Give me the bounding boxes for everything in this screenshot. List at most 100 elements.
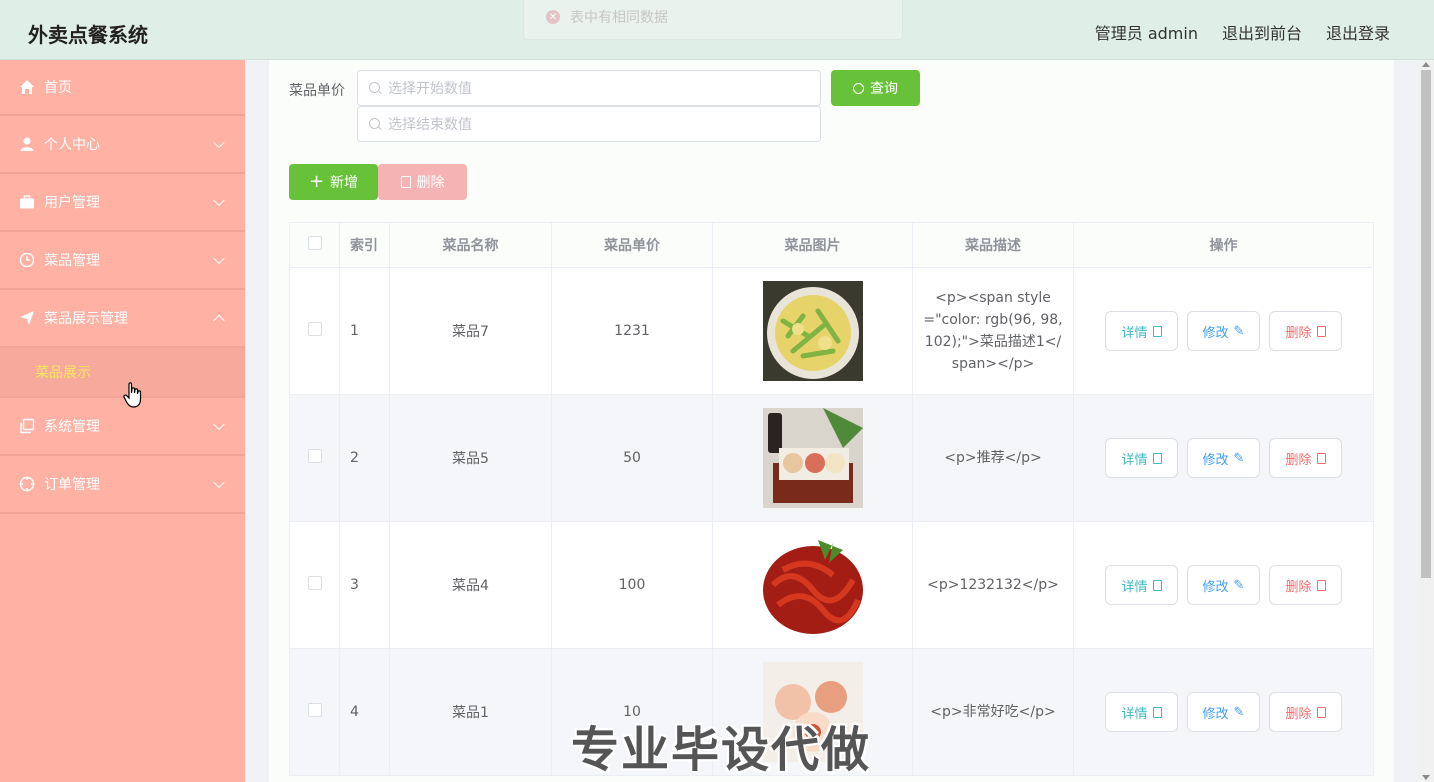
- row-select-cell: [289, 648, 340, 776]
- index-cell: 2: [339, 394, 390, 522]
- error-icon: ✕: [546, 10, 560, 24]
- desc-cell: <p>1232132</p>: [912, 521, 1074, 649]
- edit-label: 修改: [1202, 325, 1229, 341]
- table-row: 1 菜品7 1231 <p><span style="color: rgb(96…: [289, 267, 1374, 395]
- ops-cell: 详情 修改 ✎ 删除: [1073, 648, 1374, 776]
- batch-delete-button-label: 删除: [416, 175, 445, 191]
- scrollbar-thumb[interactable]: [1421, 70, 1431, 578]
- delete-label: 删除: [1285, 579, 1312, 595]
- app-logo: 外卖点餐系统: [28, 23, 148, 47]
- sidebar-item-users[interactable]: 用户管理: [0, 174, 245, 232]
- name-cell: 菜品5: [389, 394, 552, 522]
- edit-button[interactable]: 修改 ✎: [1187, 311, 1260, 351]
- delete-label: 删除: [1285, 325, 1312, 341]
- document-icon: [1152, 579, 1162, 591]
- row-select-cell: [289, 521, 340, 649]
- admin-user-label: 管理员 admin: [1094, 24, 1198, 43]
- sidebar-item-label: 个人中心: [44, 137, 100, 153]
- delete-label: 删除: [1285, 706, 1312, 722]
- delete-button[interactable]: 删除: [1269, 311, 1342, 351]
- price-start-input[interactable]: 选择开始数值: [357, 70, 821, 106]
- detail-button[interactable]: 详情: [1105, 438, 1178, 478]
- col-header: 菜品图片: [712, 222, 913, 268]
- send-icon: [18, 309, 36, 327]
- logout-link[interactable]: 退出登录: [1326, 20, 1390, 44]
- chevron-down-icon: [213, 418, 225, 431]
- copy-icon: [18, 417, 36, 435]
- trash-icon: [1316, 706, 1326, 718]
- sidebar-item-dish-display[interactable]: 菜品展示管理: [0, 290, 245, 348]
- pencil-icon: ✎: [1233, 323, 1245, 339]
- edit-label: 修改: [1202, 452, 1229, 468]
- add-button[interactable]: + 新增: [289, 164, 378, 200]
- detail-button[interactable]: 详情: [1105, 311, 1178, 351]
- desc-cell: <p><span style="color: rgb(96, 98, 102);…: [912, 267, 1074, 395]
- query-button-label: 查询: [870, 81, 898, 97]
- sidebar-item-label: 系统管理: [44, 419, 100, 435]
- price-end-placeholder: 选择结束数值: [388, 117, 472, 133]
- ops-cell: 详情 修改 ✎ 删除: [1073, 394, 1374, 522]
- select-all-cell: [289, 222, 340, 268]
- trash-icon: [400, 176, 411, 188]
- plus-icon: +: [308, 171, 325, 192]
- desc-text: <p>推荐</p>: [944, 450, 1042, 466]
- row-select-cell: [289, 394, 340, 522]
- row-checkbox[interactable]: [307, 449, 322, 463]
- detail-button[interactable]: 详情: [1105, 565, 1178, 605]
- sidebar-item-personal[interactable]: 个人中心: [0, 116, 245, 174]
- error-toast: ✕ 表中有相同数据: [523, 0, 903, 40]
- sidebar-item-label: 首页: [44, 80, 72, 96]
- table-header-row: 索引 菜品名称 菜品单价 菜品图片 菜品描述 操作: [289, 222, 1374, 268]
- delete-button[interactable]: 删除: [1269, 692, 1342, 732]
- row-checkbox[interactable]: [307, 703, 322, 717]
- row-checkbox[interactable]: [307, 322, 322, 336]
- desc-cell: <p>非常好吃</p>: [912, 648, 1074, 776]
- desc-text: <p>非常好吃</p>: [930, 704, 1056, 720]
- col-header: 菜品单价: [551, 222, 713, 268]
- desc-text: <p><span style="color: rgb(96, 98, 102);…: [923, 290, 1063, 372]
- page-scrollbar[interactable]: [1418, 60, 1434, 782]
- query-button[interactable]: 查询: [831, 70, 920, 106]
- add-button-label: 新增: [330, 175, 359, 191]
- trash-icon: [1316, 325, 1326, 337]
- price-end-input[interactable]: 选择结束数值: [357, 106, 821, 142]
- price-cell: 50: [551, 394, 713, 522]
- sidebar-item-label: 订单管理: [44, 477, 100, 493]
- search-icon: [853, 82, 864, 94]
- search-icon: [369, 118, 380, 129]
- sidebar-item-label: 菜品管理: [44, 253, 100, 269]
- col-header: 菜品名称: [389, 222, 552, 268]
- batch-delete-button[interactable]: 删除: [378, 164, 467, 200]
- target-icon: [18, 475, 36, 493]
- price-cell: 1231: [551, 267, 713, 395]
- dish-table: 索引 菜品名称 菜品单价 菜品图片 菜品描述 操作 1 菜品7 1231 <p>…: [289, 222, 1374, 776]
- chevron-down-icon: [213, 252, 225, 265]
- image-cell: [712, 521, 913, 649]
- toast-message: 表中有相同数据: [570, 10, 668, 26]
- delete-button[interactable]: 删除: [1269, 438, 1342, 478]
- hand-pointer-icon: [123, 382, 142, 408]
- image-cell: [712, 394, 913, 522]
- briefcase-icon: [18, 193, 36, 211]
- to-front-link[interactable]: 退出到前台: [1222, 20, 1302, 44]
- sidebar-item-orders[interactable]: 订单管理: [0, 456, 245, 514]
- edit-button[interactable]: 修改 ✎: [1187, 692, 1260, 732]
- sidebar-item-home[interactable]: 首页: [0, 60, 245, 116]
- detail-label: 详情: [1121, 579, 1148, 595]
- chevron-down-icon: [213, 194, 225, 207]
- home-icon: [18, 78, 36, 96]
- edit-button[interactable]: 修改 ✎: [1187, 565, 1260, 605]
- row-checkbox[interactable]: [307, 576, 322, 590]
- delete-button[interactable]: 删除: [1269, 565, 1342, 605]
- select-all-checkbox[interactable]: [307, 236, 322, 250]
- document-icon: [1152, 706, 1162, 718]
- header-links: 管理员 admin 退出到前台 退出登录: [1095, 20, 1390, 44]
- detail-button[interactable]: 详情: [1105, 692, 1178, 732]
- edit-label: 修改: [1202, 579, 1229, 595]
- user-icon: [18, 135, 36, 153]
- scroll-down-arrow[interactable]: [1422, 775, 1430, 780]
- sidebar-item-dishes[interactable]: 菜品管理: [0, 232, 245, 290]
- document-icon: [1152, 452, 1162, 464]
- edit-button[interactable]: 修改 ✎: [1187, 438, 1260, 478]
- scroll-up-arrow[interactable]: [1422, 62, 1430, 67]
